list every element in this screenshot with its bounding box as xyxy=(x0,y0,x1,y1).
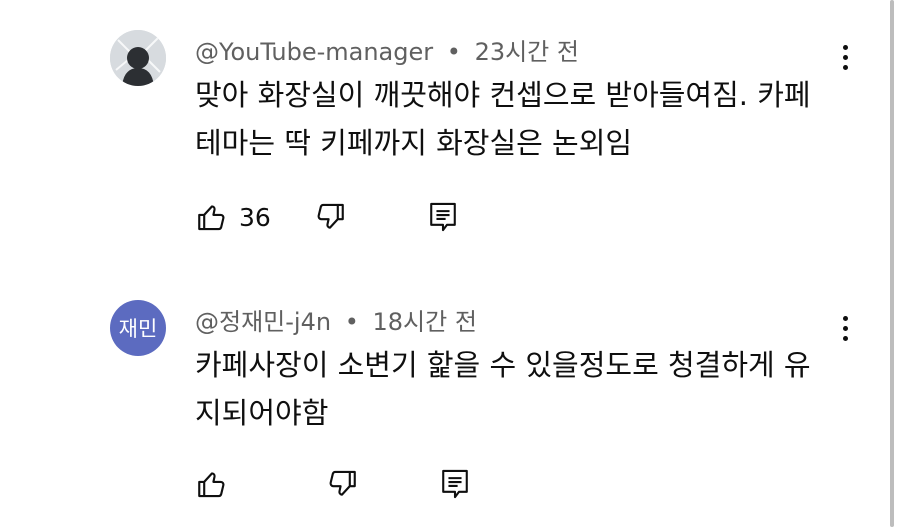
author-name[interactable]: @정재민-j4n xyxy=(195,308,331,336)
comment-text: 카페사장이 소변기 핥을 수 있을정도로 청결하게 유 지되어야함 xyxy=(195,341,855,437)
reply-icon xyxy=(429,202,456,232)
comment-text-line: 지되어야함 xyxy=(195,396,329,430)
comment-meta: @정재민-j4n • 18시간 전 xyxy=(195,302,477,337)
reply-icon xyxy=(442,469,468,499)
avatar-initials: 재민 xyxy=(118,317,158,341)
comment-text-line: 맞아 화장실이 깨끗해야 컨셉으로 받아들여짐. 카페 xyxy=(195,78,811,112)
comment-item: 재민 @정재민-j4n • 18시간 전 카페사장이 소변기 핥을 수 있을정도… xyxy=(0,280,880,527)
thumbs-up-icon xyxy=(198,472,225,498)
avatar[interactable] xyxy=(110,30,166,86)
reply-button[interactable] xyxy=(427,200,459,234)
comment-meta: @YouTube-manager • 23시간 전 xyxy=(195,32,579,67)
comment-text-line: 테마는 딱 키페까지 화장실은 논외임 xyxy=(195,126,633,160)
comment-item: @YouTube-manager • 23시간 전 맞아 화장실이 깨끗해야 컨… xyxy=(0,0,880,250)
like-button[interactable] xyxy=(195,467,239,501)
thumbs-down-icon xyxy=(329,470,356,496)
avatar[interactable]: 재민 xyxy=(110,300,166,356)
avatar-photo-icon xyxy=(110,30,166,86)
like-count: 36 xyxy=(239,202,271,232)
like-button[interactable]: 36 xyxy=(195,200,271,234)
comment-time[interactable]: 18시간 전 xyxy=(373,308,477,336)
author-name[interactable]: @YouTube-manager xyxy=(195,38,433,66)
thumbs-down-icon xyxy=(317,203,344,229)
dislike-button[interactable] xyxy=(325,467,359,501)
scrollbar[interactable] xyxy=(890,0,894,527)
comment-actions: 36 xyxy=(195,197,459,237)
comment-time[interactable]: 23시간 전 xyxy=(475,38,579,66)
comment-actions xyxy=(195,464,471,504)
more-vert-icon[interactable] xyxy=(833,39,857,75)
meta-separator: • xyxy=(446,38,461,66)
reply-button[interactable] xyxy=(439,467,471,501)
thumbs-up-icon xyxy=(198,205,225,231)
meta-separator: • xyxy=(344,308,359,336)
comment-text-line: 카페사장이 소변기 핥을 수 있을정도로 청결하게 유 xyxy=(195,348,811,382)
comment-text: 맞아 화장실이 깨끗해야 컨셉으로 받아들여짐. 카페 테마는 딱 키페까지 화… xyxy=(195,71,855,167)
dislike-button[interactable] xyxy=(313,200,347,234)
